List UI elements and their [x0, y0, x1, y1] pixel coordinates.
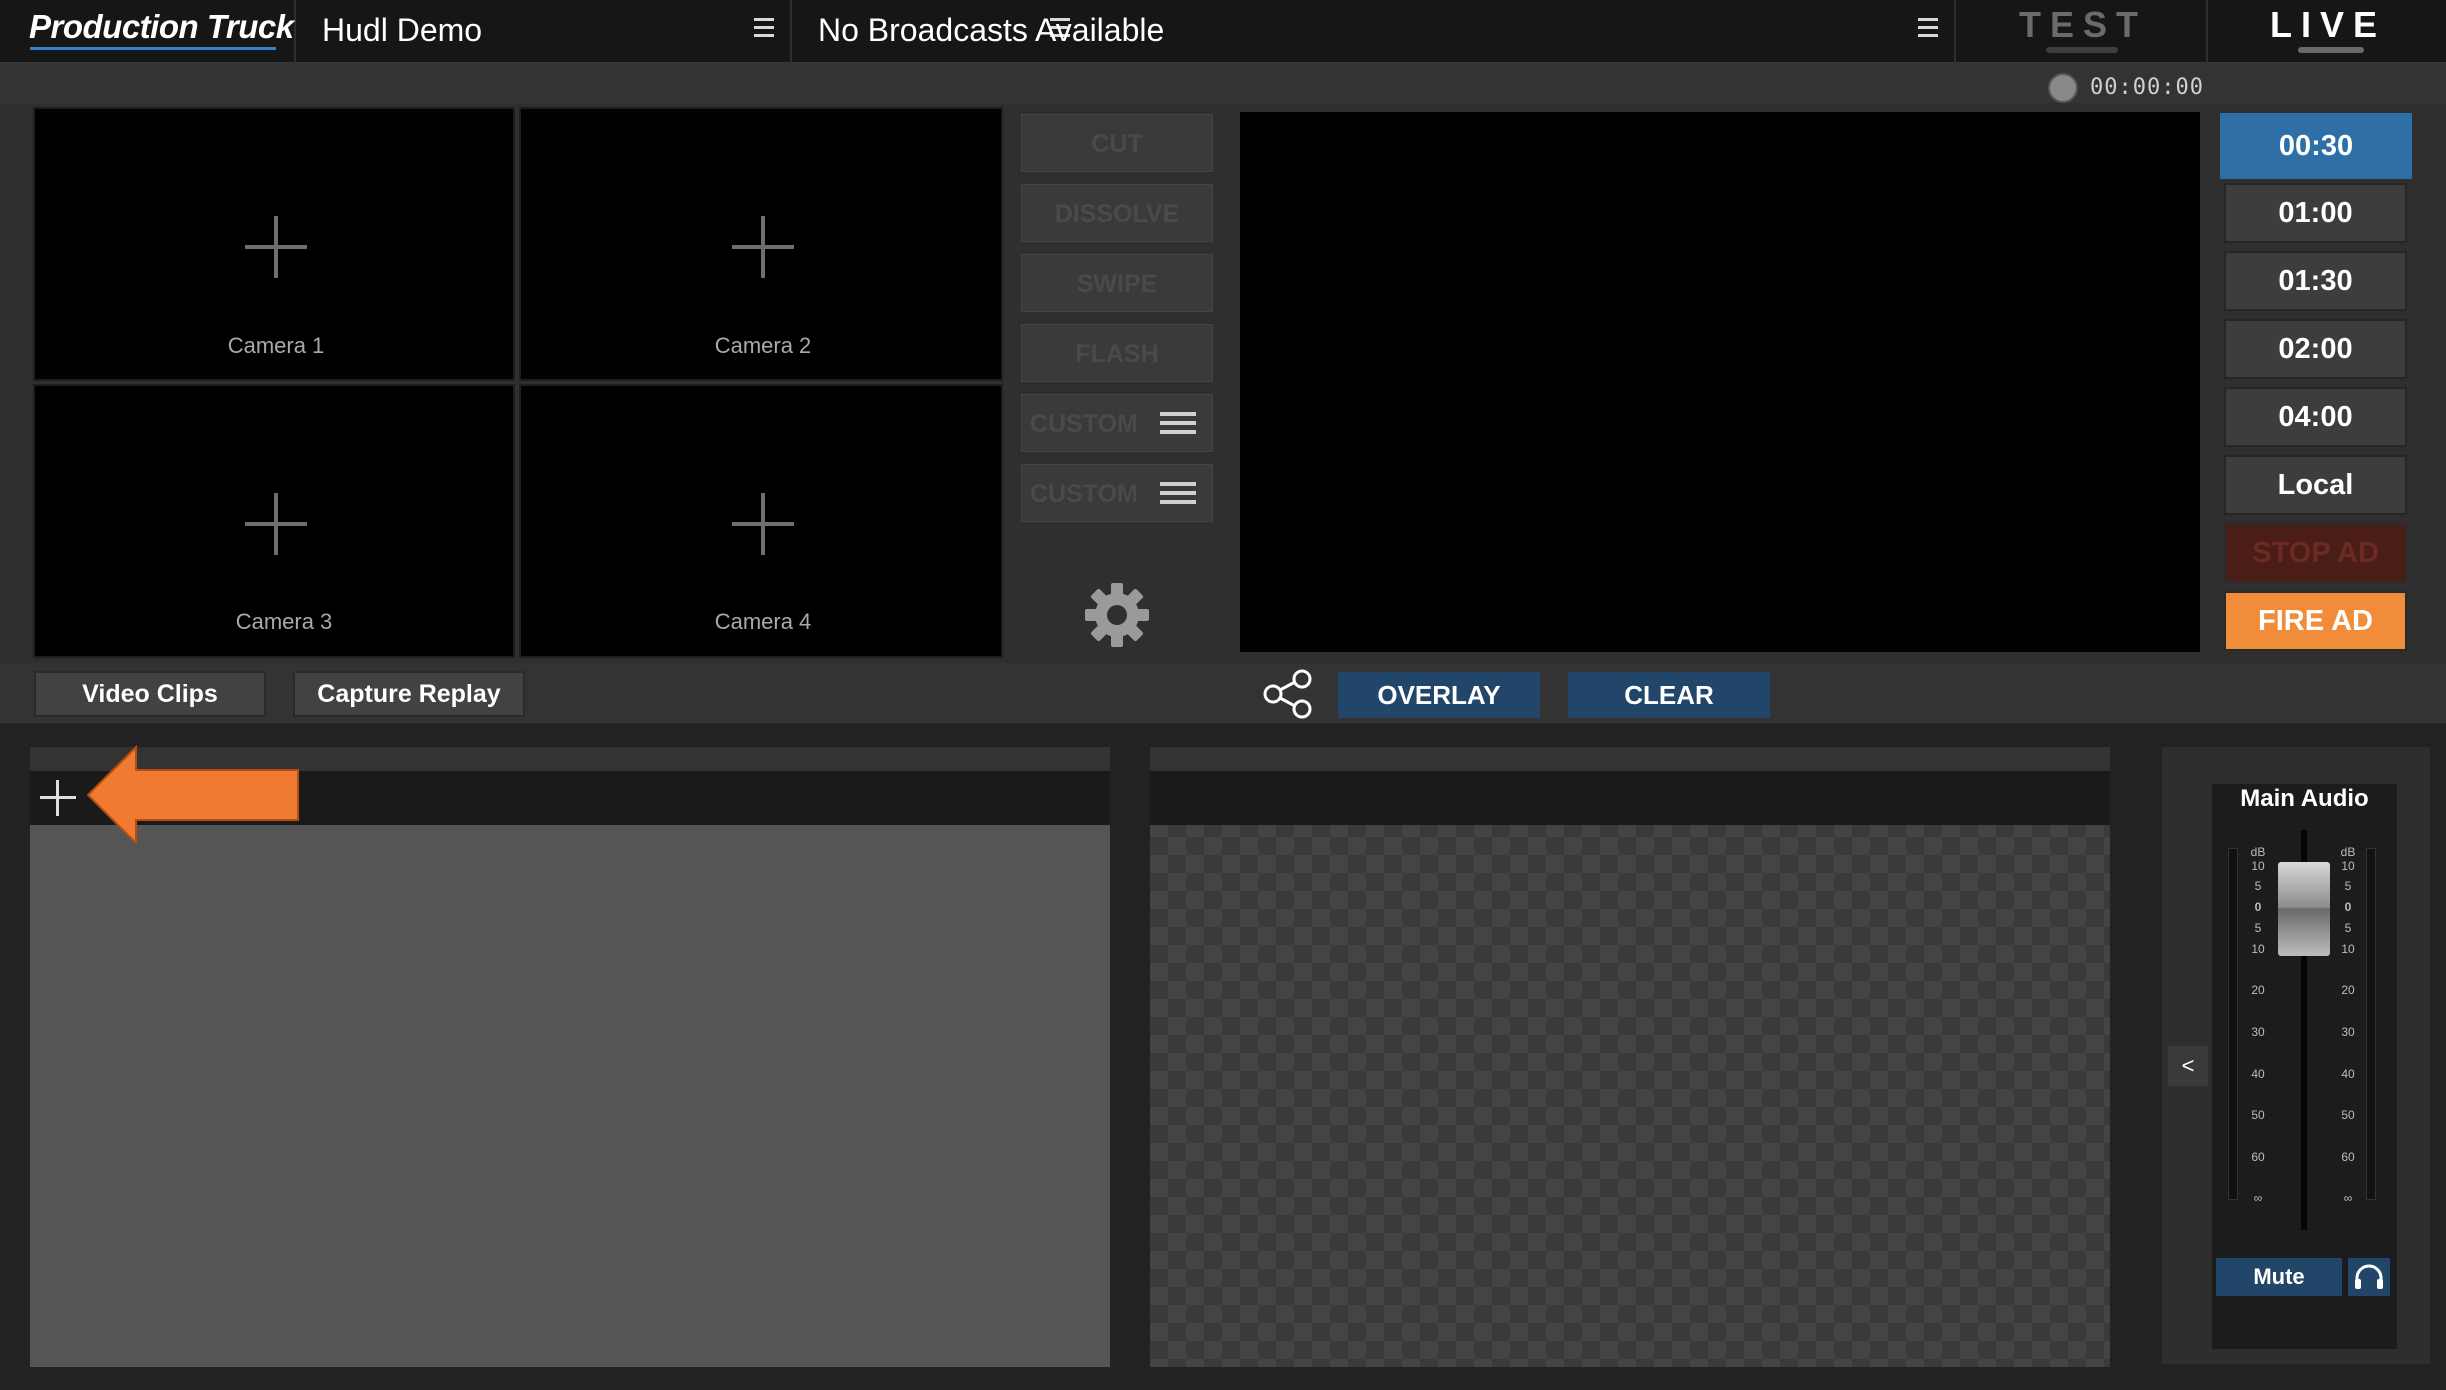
live-mode-label: LIVE — [2269, 4, 2386, 45]
swipe-button[interactable]: SWIPE — [1021, 254, 1213, 312]
ad-duration-01-30[interactable]: 01:30 — [2224, 251, 2407, 311]
project-menu-icon[interactable] — [754, 18, 774, 42]
capture-replay-tab[interactable]: Capture Replay — [293, 671, 525, 717]
mute-button[interactable]: Mute — [2216, 1258, 2342, 1296]
camera-label: Camera 4 — [714, 609, 812, 634]
fire-ad-button[interactable]: FIRE AD — [2224, 591, 2407, 651]
collapse-audio-button[interactable]: < — [2168, 1046, 2208, 1086]
camera-label: Camera 2 — [714, 333, 812, 358]
overlay-button[interactable]: OVERLAY — [1338, 672, 1540, 718]
audio-title: Main Audio — [2240, 785, 2369, 812]
broadcast-selector[interactable]: No Broadcasts Available — [794, 0, 1956, 63]
video-clips-tab[interactable]: Video Clips — [34, 671, 266, 717]
add-camera-icon — [732, 216, 794, 278]
live-indicator — [2298, 47, 2364, 53]
audio-meter-right — [2366, 848, 2376, 1200]
camera-slot-1[interactable]: Camera 1 — [33, 107, 515, 381]
cut-button[interactable]: CUT — [1021, 114, 1213, 172]
overlay-toolbar — [1150, 771, 2110, 825]
program-preview — [1240, 112, 2200, 652]
test-mode-toggle[interactable]: TEST — [1958, 0, 2208, 63]
custom-transition-label: CUSTOM — [1030, 480, 1138, 508]
ad-duration-00-30[interactable]: 00:30 — [2220, 113, 2412, 179]
audio-meter-left — [2228, 848, 2238, 1200]
custom-transition-label: CUSTOM — [1030, 410, 1138, 438]
record-indicator-icon — [2048, 73, 2078, 103]
project-selector[interactable]: Hudl Demo — [296, 0, 1070, 63]
brand-name: Production Truck — [29, 8, 294, 45]
add-camera-icon — [245, 216, 307, 278]
timecode: 00:00:00 — [2090, 75, 2204, 100]
live-mode-toggle[interactable]: LIVE — [2210, 0, 2446, 63]
camera-slot-3[interactable]: Camera 3 — [33, 384, 515, 658]
overlay-canvas[interactable] — [1150, 747, 2110, 1367]
settings-gear-icon[interactable] — [1082, 580, 1152, 650]
volume-fader-handle[interactable] — [2278, 862, 2330, 956]
ad-duration-02-00[interactable]: 02:00 — [2224, 319, 2407, 379]
custom-transition-button-1[interactable]: CUSTOM — [1021, 394, 1213, 452]
overlay-panel-header — [1150, 747, 2110, 771]
camera-label: Camera 3 — [235, 609, 333, 634]
dissolve-button[interactable]: DISSOLVE — [1021, 184, 1213, 242]
add-camera-icon — [732, 493, 794, 555]
test-mode-label: TEST — [2018, 4, 2147, 45]
brand-underline — [30, 47, 276, 50]
flash-button[interactable]: FLASH — [1021, 324, 1213, 382]
annotation-arrow-icon — [86, 745, 299, 845]
clear-button[interactable]: CLEAR — [1568, 672, 1770, 718]
status-bar — [0, 63, 2446, 103]
ad-duration-01-00[interactable]: 01:00 — [2224, 183, 2407, 243]
add-clip-icon[interactable] — [40, 780, 76, 816]
share-icon[interactable] — [1262, 668, 1316, 720]
custom-transition-button-2[interactable]: CUSTOM — [1021, 464, 1213, 522]
camera-slot-4[interactable]: Camera 4 — [519, 384, 1003, 658]
ad-local-button[interactable]: Local — [2224, 455, 2407, 515]
menu-icon[interactable] — [1160, 482, 1196, 509]
broadcast-name: No Broadcasts Available — [818, 12, 1165, 48]
add-camera-icon — [245, 493, 307, 555]
stop-ad-button[interactable]: STOP AD — [2224, 523, 2407, 583]
ad-duration-04-00[interactable]: 04:00 — [2224, 387, 2407, 447]
headphones-icon[interactable] — [2348, 1258, 2390, 1296]
project-name: Hudl Demo — [322, 12, 483, 48]
broadcast-menu-icon[interactable] — [1918, 18, 1938, 42]
menu-icon[interactable] — [1160, 412, 1196, 439]
test-indicator — [2046, 47, 2118, 53]
camera-slot-2[interactable]: Camera 2 — [519, 107, 1003, 381]
camera-label: Camera 1 — [227, 333, 325, 358]
brand-logo: Production Truck — [0, 0, 296, 63]
